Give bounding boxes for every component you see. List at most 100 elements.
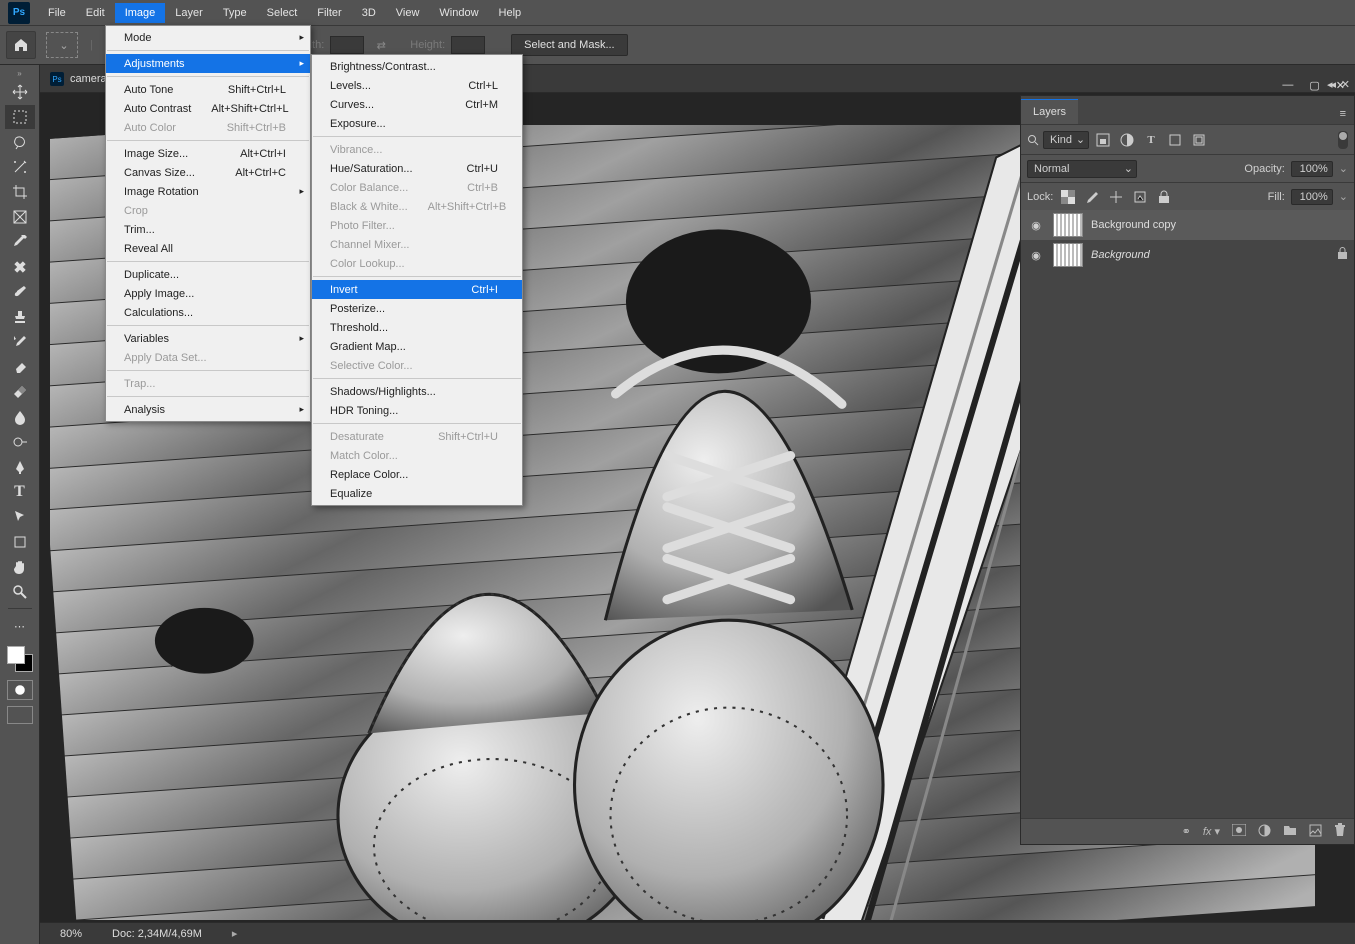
- quickmask-toggle[interactable]: [7, 680, 33, 700]
- layer-row-0[interactable]: ◉ Background copy: [1021, 210, 1354, 240]
- layer-name[interactable]: Background copy: [1091, 219, 1176, 231]
- gradient-tool[interactable]: [5, 380, 35, 404]
- visibility-icon[interactable]: ◉: [1027, 219, 1045, 232]
- screenmode-toggle[interactable]: [7, 706, 33, 724]
- layer-name[interactable]: Background: [1091, 249, 1150, 261]
- opacity-input[interactable]: 100%: [1291, 161, 1333, 177]
- lock-artboard-icon[interactable]: [1131, 188, 1149, 206]
- menu-calculations[interactable]: Calculations...: [106, 303, 310, 322]
- crop-tool[interactable]: [5, 180, 35, 204]
- menu-mode[interactable]: Mode: [106, 28, 310, 47]
- filter-type-icon[interactable]: T: [1141, 130, 1161, 150]
- menu-view[interactable]: View: [386, 3, 430, 23]
- lock-position-icon[interactable]: [1107, 188, 1125, 206]
- history-brush-tool[interactable]: [5, 330, 35, 354]
- brush-tool[interactable]: [5, 280, 35, 304]
- menu-variables[interactable]: Variables: [106, 329, 310, 348]
- filter-smart-icon[interactable]: [1189, 130, 1209, 150]
- menu-shadows-highlights[interactable]: Shadows/Highlights...: [312, 382, 522, 401]
- toolbar-expand[interactable]: »: [0, 69, 39, 79]
- menu-brightness-contrast[interactable]: Brightness/Contrast...: [312, 57, 522, 76]
- healing-tool[interactable]: [5, 255, 35, 279]
- shape-tool[interactable]: [5, 530, 35, 554]
- layers-tab[interactable]: Layers: [1021, 99, 1078, 124]
- menu-image[interactable]: Image: [115, 3, 166, 23]
- path-select-tool[interactable]: [5, 505, 35, 529]
- menu-image-rotation[interactable]: Image Rotation: [106, 182, 310, 201]
- fill-input[interactable]: 100%: [1291, 189, 1333, 205]
- menu-equalize[interactable]: Equalize: [312, 484, 522, 503]
- blend-mode-select[interactable]: Normal: [1027, 160, 1137, 178]
- menu-replace-color[interactable]: Replace Color...: [312, 465, 522, 484]
- menu-levels[interactable]: Levels...Ctrl+L: [312, 76, 522, 95]
- menu-reveal-all[interactable]: Reveal All: [106, 239, 310, 258]
- home-button[interactable]: [6, 31, 36, 59]
- lock-transparency-icon[interactable]: [1059, 188, 1077, 206]
- layer-thumbnail[interactable]: [1053, 243, 1083, 267]
- blur-tool[interactable]: [5, 405, 35, 429]
- menu-gradient-map[interactable]: Gradient Map...: [312, 337, 522, 356]
- menu-hdr-toning[interactable]: HDR Toning...: [312, 401, 522, 420]
- layer-row-1[interactable]: ◉ Background: [1021, 240, 1354, 270]
- menu-trim[interactable]: Trim...: [106, 220, 310, 239]
- menu-exposure[interactable]: Exposure...: [312, 114, 522, 133]
- menu-canvas-size[interactable]: Canvas Size...Alt+Ctrl+C: [106, 163, 310, 182]
- link-layers-icon[interactable]: ⚭: [1182, 825, 1191, 838]
- menu-invert[interactable]: InvertCtrl+I: [312, 280, 522, 299]
- fx-icon[interactable]: fx ▾: [1203, 825, 1220, 838]
- wand-tool[interactable]: [5, 155, 35, 179]
- marquee-preset[interactable]: ⌄: [46, 32, 78, 58]
- delete-layer-icon[interactable]: [1334, 823, 1346, 840]
- dodge-tool[interactable]: [5, 430, 35, 454]
- menu-window[interactable]: Window: [429, 3, 488, 23]
- menu-duplicate[interactable]: Duplicate...: [106, 265, 310, 284]
- menu-threshold[interactable]: Threshold...: [312, 318, 522, 337]
- zoom-level[interactable]: 80%: [60, 928, 82, 940]
- mask-icon[interactable]: [1232, 824, 1246, 839]
- lock-pixels-icon[interactable]: [1083, 188, 1101, 206]
- filter-adjust-icon[interactable]: [1117, 130, 1137, 150]
- panel-collapse-icon[interactable]: ◂◂: [1327, 78, 1334, 91]
- menu-analysis[interactable]: Analysis: [106, 400, 310, 419]
- kind-select[interactable]: Kind: [1043, 131, 1089, 149]
- menu-edit[interactable]: Edit: [76, 3, 115, 23]
- filter-shape-icon[interactable]: [1165, 130, 1185, 150]
- menu-curves[interactable]: Curves...Ctrl+M: [312, 95, 522, 114]
- menu-image-size[interactable]: Image Size...Alt+Ctrl+I: [106, 144, 310, 163]
- filter-toggle[interactable]: [1338, 131, 1348, 149]
- filter-pixel-icon[interactable]: [1093, 130, 1113, 150]
- select-and-mask-button[interactable]: Select and Mask...: [511, 34, 628, 56]
- eyedropper-tool[interactable]: [5, 230, 35, 254]
- layer-thumbnail[interactable]: [1053, 213, 1083, 237]
- zoom-tool[interactable]: [5, 580, 35, 604]
- menu-posterize[interactable]: Posterize...: [312, 299, 522, 318]
- menu-layer[interactable]: Layer: [165, 3, 213, 23]
- menu-filter[interactable]: Filter: [307, 3, 351, 23]
- frame-tool[interactable]: [5, 205, 35, 229]
- menu-auto-tone[interactable]: Auto ToneShift+Ctrl+L: [106, 80, 310, 99]
- move-tool[interactable]: [5, 80, 35, 104]
- adjustment-layer-icon[interactable]: [1258, 824, 1271, 840]
- doc-size[interactable]: Doc: 2,34M/4,69M: [112, 928, 202, 940]
- lasso-tool[interactable]: [5, 130, 35, 154]
- chevron-down-icon[interactable]: ⌄: [1339, 190, 1348, 203]
- color-swatches[interactable]: [5, 644, 35, 674]
- menu-select[interactable]: Select: [257, 3, 308, 23]
- stamp-tool[interactable]: [5, 305, 35, 329]
- menu-type[interactable]: Type: [213, 3, 257, 23]
- new-layer-icon[interactable]: [1309, 824, 1322, 840]
- panel-close-icon[interactable]: ✕: [1341, 78, 1350, 91]
- edit-toolbar[interactable]: ⋯: [5, 614, 35, 638]
- type-tool[interactable]: T: [5, 480, 35, 504]
- menu-hue-saturation[interactable]: Hue/Saturation...Ctrl+U: [312, 159, 522, 178]
- minimize-button[interactable]: —: [1282, 79, 1293, 92]
- menu-help[interactable]: Help: [489, 3, 532, 23]
- marquee-tool[interactable]: [5, 105, 35, 129]
- menu-auto-contrast[interactable]: Auto ContrastAlt+Shift+Ctrl+L: [106, 99, 310, 118]
- menu-3d[interactable]: 3D: [352, 3, 386, 23]
- menu-file[interactable]: File: [38, 3, 76, 23]
- group-icon[interactable]: [1283, 824, 1297, 839]
- status-caret-icon[interactable]: ▸: [232, 927, 238, 940]
- hand-tool[interactable]: [5, 555, 35, 579]
- pen-tool[interactable]: [5, 455, 35, 479]
